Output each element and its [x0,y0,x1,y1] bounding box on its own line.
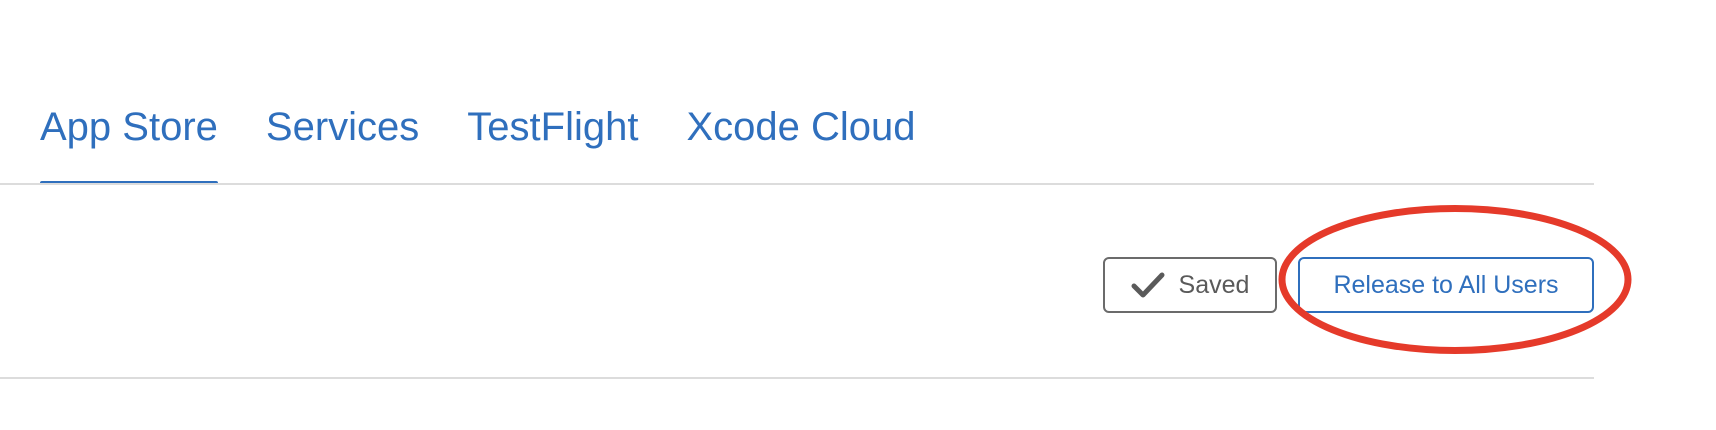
saved-button[interactable]: Saved [1103,257,1277,313]
release-label: Release to All Users [1333,270,1559,299]
section-divider [0,377,1594,379]
saved-label: Saved [1178,270,1250,299]
tab-services[interactable]: Services [266,103,419,151]
tab-xcode-cloud[interactable]: Xcode Cloud [686,103,915,151]
checkmark-icon [1131,271,1165,299]
tab-bar: App Store Services TestFlight Xcode Clou… [40,103,916,185]
tab-testflight[interactable]: TestFlight [467,103,638,151]
release-to-all-users-button[interactable]: Release to All Users [1298,257,1594,313]
tab-bar-divider [0,183,1594,185]
tab-app-store[interactable]: App Store [40,103,218,185]
